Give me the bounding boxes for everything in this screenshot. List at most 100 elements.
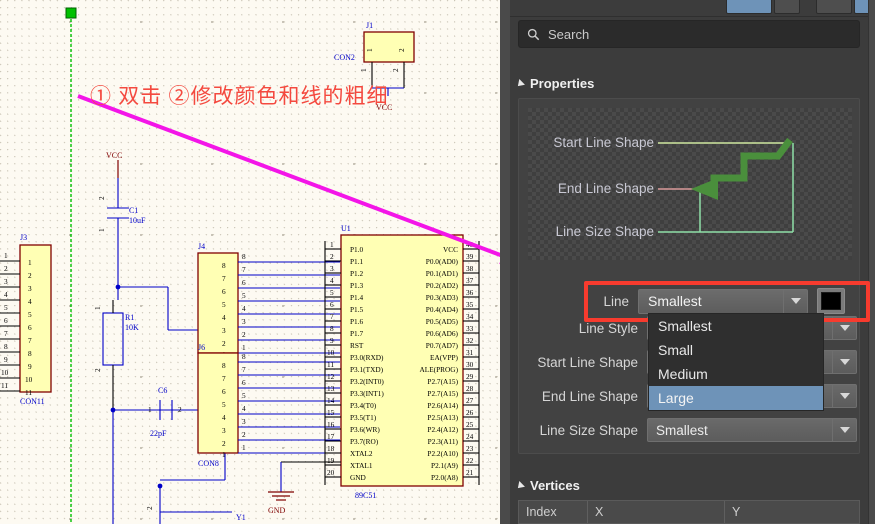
svg-text:2: 2 [242, 330, 246, 339]
svg-text:5: 5 [242, 291, 246, 300]
svg-text:P1.3: P1.3 [350, 281, 364, 290]
svg-text:14: 14 [327, 396, 335, 405]
svg-text:2: 2 [330, 252, 334, 261]
svg-text:5: 5 [28, 310, 32, 319]
toggle-group-left [726, 0, 802, 14]
properties-section-header[interactable]: Properties [515, 76, 595, 91]
vertices-table-header: Index X Y [518, 500, 860, 524]
dropdown-option-smallest[interactable]: Smallest [649, 314, 823, 338]
svg-text:7: 7 [242, 365, 246, 374]
svg-text:29: 29 [466, 372, 474, 381]
toggle-button-2[interactable] [774, 0, 800, 14]
svg-text:11: 11 [327, 360, 334, 369]
svg-text:P3.0(RXD): P3.0(RXD) [350, 353, 384, 362]
svg-text:2: 2 [97, 196, 106, 200]
line-preview: Start Line Shape End Line Shape Line Siz… [528, 108, 852, 260]
svg-text:J6: J6 [198, 343, 205, 352]
collapse-triangle-icon [515, 78, 525, 89]
dropdown-option-small[interactable]: Small [649, 338, 823, 362]
svg-text:8: 8 [242, 352, 246, 361]
properties-title: Properties [530, 76, 595, 91]
svg-text:2: 2 [397, 48, 406, 52]
chevron-down-icon-end-line-shape[interactable] [832, 385, 856, 407]
svg-text:4: 4 [28, 297, 32, 306]
preview-label-start: Start Line Shape [553, 135, 654, 150]
svg-text:P1.7: P1.7 [350, 329, 364, 338]
svg-text:J4: J4 [198, 242, 205, 251]
svg-text:89C51: 89C51 [355, 491, 376, 500]
chevron-down-icon-line-size-shape[interactable] [832, 419, 856, 441]
svg-text:1: 1 [359, 68, 368, 72]
toggle-button-1[interactable] [726, 0, 772, 14]
svg-text:12: 12 [327, 372, 335, 381]
svg-text:7: 7 [222, 374, 226, 383]
svg-text:CON2: CON2 [334, 53, 355, 62]
vertices-section-header[interactable]: Vertices [515, 478, 580, 493]
svg-text:2: 2 [242, 430, 246, 439]
svg-text:5: 5 [330, 288, 334, 297]
svg-text:P1.6: P1.6 [350, 317, 364, 326]
svg-text:11: 11 [25, 388, 32, 397]
select-line[interactable]: Smallest [638, 288, 808, 314]
svg-text:8: 8 [222, 261, 226, 270]
svg-text:6: 6 [28, 323, 32, 332]
svg-text:P3.2(INT0): P3.2(INT0) [350, 377, 384, 386]
svg-text:10: 10 [327, 348, 335, 357]
svg-text:CON8: CON8 [198, 459, 219, 468]
svg-text:1: 1 [93, 306, 102, 310]
svg-text:P1.4: P1.4 [350, 293, 364, 302]
line-color-swatch-button[interactable] [817, 288, 845, 314]
svg-text:22pF: 22pF [150, 429, 167, 438]
svg-text:35: 35 [466, 300, 474, 309]
svg-text:37: 37 [466, 276, 474, 285]
svg-text:P1.0: P1.0 [350, 245, 364, 254]
toolbar-divider [510, 16, 875, 17]
svg-text:7: 7 [4, 329, 8, 338]
chevron-down-icon-line-style[interactable] [832, 317, 856, 339]
svg-text:C6: C6 [158, 386, 167, 395]
chevron-down-icon-start-line-shape[interactable] [832, 351, 856, 373]
select-line-size-shape[interactable]: Smallest [647, 418, 857, 442]
chevron-down-icon-line[interactable] [783, 289, 807, 313]
svg-text:P0.1(AD1): P0.1(AD1) [426, 269, 459, 278]
svg-text:9: 9 [330, 336, 334, 345]
schematic-drawing: .wire { stroke:#0000c8; stroke-width:1.1… [0, 7, 500, 524]
svg-text:P3.1(TXD): P3.1(TXD) [350, 365, 384, 374]
panel-toolbar [510, 0, 875, 16]
svg-text:VCC: VCC [106, 151, 122, 160]
svg-text:17: 17 [327, 432, 335, 441]
svg-text:P3.5(T1): P3.5(T1) [350, 413, 377, 422]
line-color-swatch [821, 292, 841, 310]
svg-text:8: 8 [330, 324, 334, 333]
svg-text:1: 1 [330, 240, 334, 249]
svg-text:P2.5(A13): P2.5(A13) [427, 413, 458, 422]
svg-text:RST: RST [350, 341, 364, 350]
svg-text:C1: C1 [129, 206, 138, 215]
dropdown-option-medium[interactable]: Medium [649, 362, 823, 386]
svg-text:7: 7 [28, 336, 32, 345]
svg-text:P0.7(AD7): P0.7(AD7) [426, 341, 459, 350]
svg-text:CON11: CON11 [20, 397, 45, 406]
schematic-canvas[interactable]: .wire { stroke:#0000c8; stroke-width:1.1… [0, 0, 500, 524]
svg-text:4: 4 [222, 313, 226, 322]
svg-text:P1.2: P1.2 [350, 269, 364, 278]
value-line: Smallest [648, 293, 702, 309]
vertices-column-y: Y [732, 505, 741, 519]
search-icon [527, 28, 540, 40]
svg-text:P3.4(T0): P3.4(T0) [350, 401, 377, 410]
svg-text:6: 6 [222, 387, 226, 396]
toggle-button-3[interactable] [816, 0, 852, 14]
search-input[interactable]: Search [518, 20, 860, 48]
label-end-line-shape: End Line Shape [541, 388, 638, 404]
svg-text:4: 4 [242, 304, 246, 313]
svg-text:J3: J3 [20, 233, 27, 242]
line-dropdown-list[interactable]: Smallest Small Medium Large [648, 313, 824, 411]
svg-text:10: 10 [1, 368, 9, 377]
svg-text:2: 2 [28, 271, 32, 280]
field-row-line-size-shape: Line Size Shape Smallest [519, 415, 861, 445]
svg-text:5: 5 [242, 391, 246, 400]
svg-text:6: 6 [222, 287, 226, 296]
svg-text:39: 39 [466, 252, 474, 261]
svg-text:2: 2 [178, 405, 182, 414]
dropdown-option-large[interactable]: Large [649, 386, 823, 410]
